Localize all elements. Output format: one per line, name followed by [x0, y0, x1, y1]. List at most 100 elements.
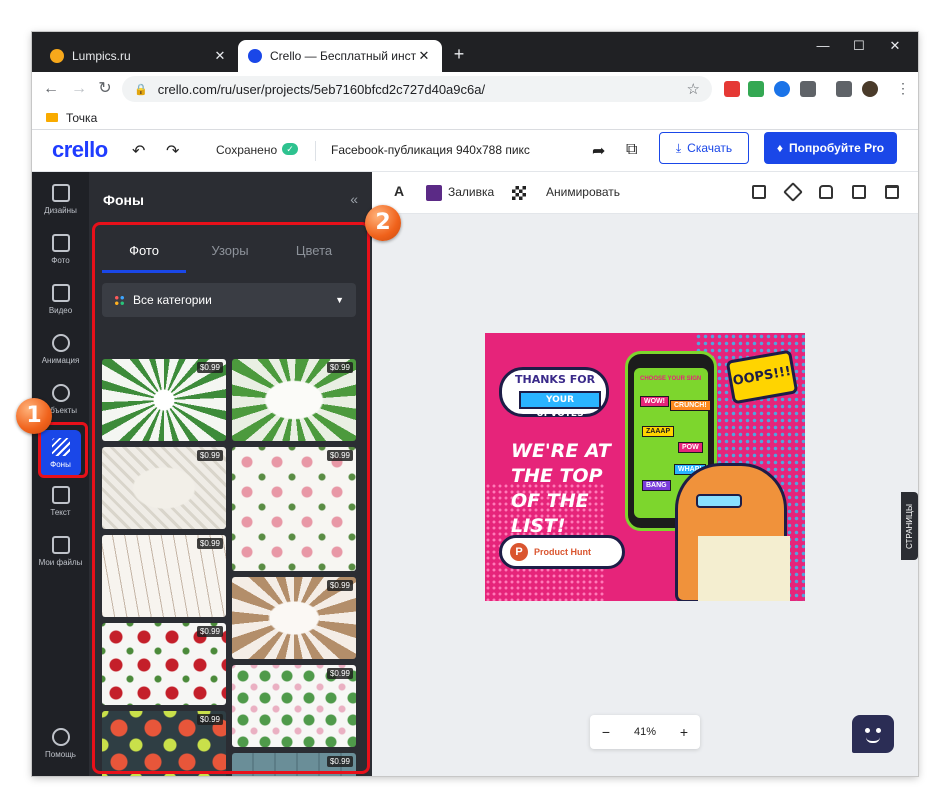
extension-icon[interactable] [800, 81, 816, 97]
pages-tab[interactable]: СТРАНИЦЫ [901, 492, 918, 560]
upvotes-ribbon: YOUR UPVOTES [519, 391, 601, 419]
sidebar-item-video[interactable]: Видео [32, 278, 89, 326]
redo-icon[interactable]: ↷ [166, 141, 179, 161]
sidebar-item-label: Текст [50, 508, 71, 517]
sticker: CRUNCH! [670, 400, 711, 411]
browser-menu-icon[interactable]: ⋮ [896, 80, 910, 97]
image-icon [51, 234, 70, 252]
resize-icon[interactable]: ⧉ [626, 141, 637, 159]
close-window-button[interactable]: ✕ [880, 38, 910, 54]
undo-icon[interactable]: ↶ [132, 141, 145, 161]
shapes-icon [51, 384, 70, 402]
url-text[interactable]: crello.com/ru/user/projects/5eb7160bfcd2… [158, 82, 687, 97]
try-pro-button[interactable]: ♦ Попробуйте Pro [764, 132, 897, 164]
chat-bot-icon[interactable] [852, 715, 894, 753]
maximize-button[interactable]: ☐ [844, 38, 874, 54]
reload-button[interactable]: ↻ [94, 78, 116, 100]
download-button[interactable]: ⤓ Скачать [659, 132, 749, 164]
minimize-button[interactable]: — [808, 38, 838, 53]
fill-button[interactable]: Заливка [448, 185, 494, 199]
sidebar-item-text[interactable]: Текст [32, 480, 89, 528]
lumpics-favicon-icon [50, 49, 64, 63]
new-tab-button[interactable]: + [448, 44, 470, 65]
close-tab-icon[interactable]: ✕ [416, 48, 432, 64]
tab-lumpics[interactable]: Lumpics.ru ✕ [40, 40, 238, 72]
download-label: Скачать [687, 141, 733, 155]
sidebar-item-label: Анимация [41, 356, 80, 365]
save-status: Сохранено [216, 143, 278, 157]
help-icon [51, 728, 70, 746]
cat-goggles [696, 494, 742, 508]
share-icon[interactable]: ➦ [592, 141, 605, 161]
position-icon[interactable] [752, 185, 766, 199]
bookmark-tochka[interactable]: Точка [66, 111, 97, 125]
avatar[interactable] [862, 81, 878, 97]
tab-crello[interactable]: Crello — Бесплатный инструмен ✕ [238, 40, 442, 72]
document-title[interactable]: Facebook-публикация 940x788 пикс [331, 143, 530, 157]
animation-icon [51, 334, 70, 352]
highlight-backgrounds-nav [38, 422, 88, 478]
sticker: WOW! [640, 396, 669, 407]
bot-mouth [866, 737, 880, 743]
back-button[interactable]: ← [40, 78, 62, 100]
folder-icon [51, 536, 70, 554]
grid-icon [51, 184, 70, 202]
sidebar-item-designs[interactable]: Дизайны [32, 178, 89, 226]
text-tool-icon[interactable]: A [394, 183, 404, 199]
design-artwork[interactable]: THANKS FOR YOUR UPVOTES WE'RE AT THE TOP… [485, 333, 805, 601]
extension-icon[interactable] [724, 81, 740, 97]
product-hunt-bubble: P Product Hunt [499, 535, 625, 569]
panel-title: Фоны [103, 192, 144, 208]
sidebar-item-photo[interactable]: Фото [32, 228, 89, 276]
canvas-toolbar: A Заливка Анимировать [372, 172, 918, 214]
sticker: BANG [642, 480, 671, 491]
sidebar-item-my-files[interactable]: Мои файлы [32, 530, 89, 578]
close-tab-icon[interactable]: ✕ [212, 48, 228, 64]
cloud-check-icon: ✓ [282, 143, 298, 155]
duplicate-icon[interactable] [852, 185, 866, 199]
try-pro-label: Попробуйте Pro [789, 141, 885, 155]
choose-sign-text: CHOOSE YOUR SIGN [640, 376, 702, 382]
zoom-in-icon[interactable]: + [680, 724, 688, 740]
bot-eye [865, 728, 870, 733]
playlist-icon[interactable] [836, 81, 852, 97]
cat-illustration [675, 463, 790, 601]
bot-eye [876, 728, 881, 733]
lock-icon[interactable] [819, 185, 833, 199]
sidebar-item-label: Видео [48, 306, 73, 315]
animate-button[interactable]: Анимировать [546, 185, 620, 199]
zoom-out-icon[interactable]: − [602, 724, 610, 740]
sticker: ZAAAP [642, 426, 675, 437]
video-icon [51, 284, 70, 302]
layers-icon[interactable] [783, 182, 803, 202]
sidebar-item-label: Мои файлы [38, 558, 83, 567]
tab-bar: Lumpics.ru ✕ Crello — Бесплатный инструм… [32, 32, 918, 72]
fill-color-swatch[interactable] [426, 185, 442, 201]
crello-logo[interactable]: crello [52, 137, 108, 163]
canvas-area: A Заливка Анимировать THANKS FOR YOUR UP… [372, 172, 918, 776]
address-bar[interactable]: 🔒 crello.com/ru/user/projects/5eb7160bfc… [122, 76, 712, 102]
bookmarks-bar: Точка [32, 106, 918, 130]
tab-title: Crello — Бесплатный инструмен [270, 49, 416, 63]
collapse-panel-icon[interactable]: « [350, 191, 358, 207]
text-icon [51, 486, 70, 504]
zoom-level: 41% [633, 726, 656, 738]
sidebar-item-label: Помощь [45, 750, 76, 759]
download-icon: ⤓ [675, 140, 682, 155]
folder-icon [46, 113, 58, 122]
transparency-icon[interactable] [512, 186, 526, 200]
extension-icon[interactable] [748, 81, 764, 97]
trash-icon[interactable] [885, 185, 899, 199]
sidebar-item-animation[interactable]: Анимация [32, 328, 89, 376]
zoom-control: − 41% + [590, 715, 700, 749]
extension-icon[interactable] [774, 81, 790, 97]
product-hunt-logo: P [510, 543, 528, 561]
thanks-text: THANKS FOR [515, 373, 596, 386]
sidebar-item-help[interactable]: Помощь [32, 722, 89, 770]
forward-button[interactable]: → [68, 78, 90, 100]
cat-shirt [698, 536, 790, 601]
product-hunt-text: Product Hunt [534, 547, 591, 557]
tab-title: Lumpics.ru [72, 49, 131, 63]
bookmark-star-icon[interactable]: ☆ [687, 80, 700, 98]
app-header: crello ↶ ↷ Сохранено ✓ Facebook-публикац… [32, 131, 918, 172]
